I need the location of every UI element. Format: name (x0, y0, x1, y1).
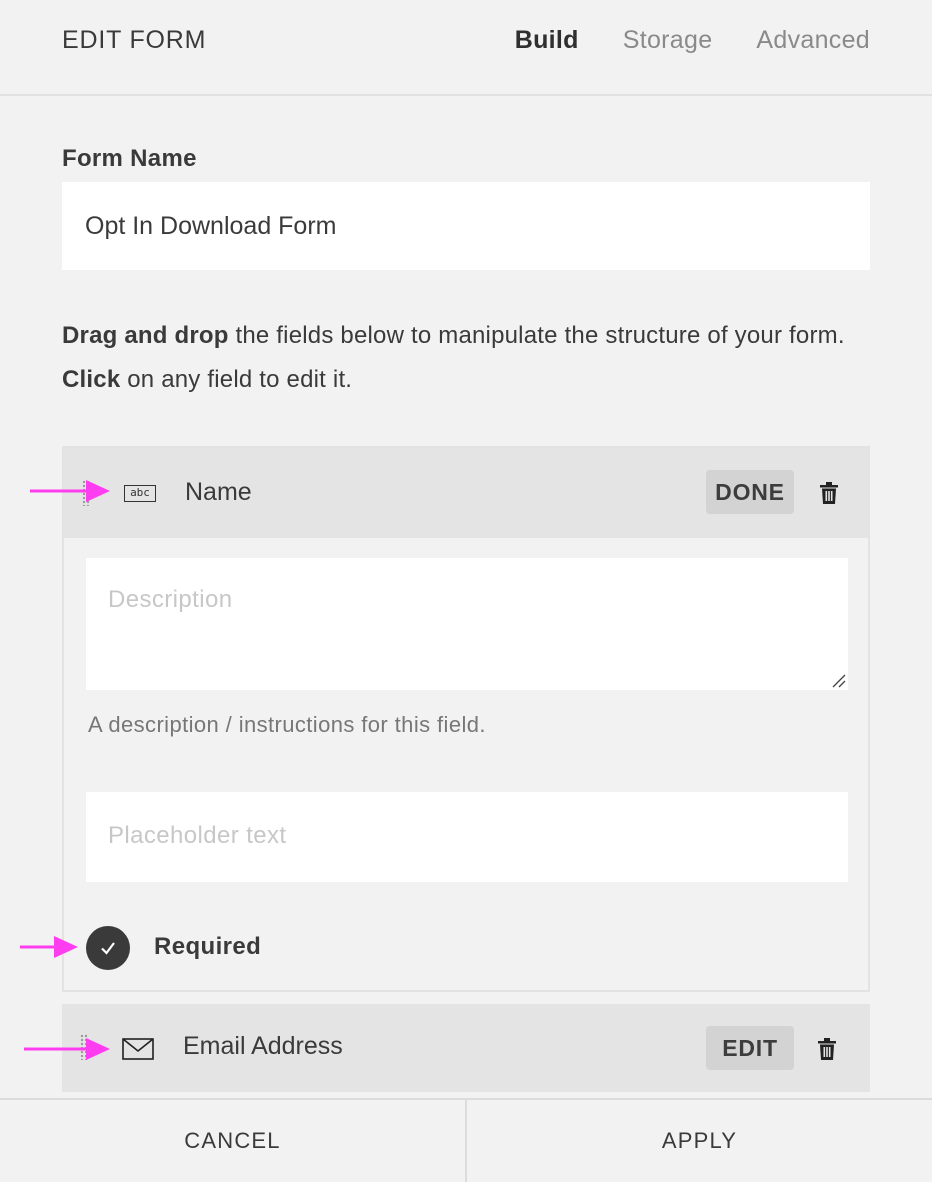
placeholder-text-input[interactable]: Placeholder text (86, 792, 848, 882)
resize-grip-icon[interactable] (830, 672, 846, 688)
form-name-label: Form Name (62, 145, 197, 172)
instructions-drag-bold: Drag and drop (62, 322, 229, 349)
panel-header: EDIT FORM Build Storage Advanced (0, 0, 932, 96)
edit-button[interactable]: EDIT (706, 1026, 794, 1070)
field-item-name: abc Name DONE Description A description … (62, 446, 870, 992)
text-field-icon: abc (124, 485, 156, 502)
tab-bar: Build Storage Advanced (515, 26, 870, 55)
description-help-text: A description / instructions for this fi… (88, 712, 486, 737)
done-button[interactable]: DONE (706, 470, 794, 514)
instructions-text-1: the fields below to manipulate the struc… (228, 322, 845, 349)
cancel-button[interactable]: CANCEL (0, 1100, 465, 1182)
placeholder-input-placeholder: Placeholder text (108, 822, 287, 849)
panel-footer: CANCEL APPLY (0, 1098, 932, 1182)
builder-instructions: Drag and drop the fields below to manipu… (62, 314, 870, 402)
trash-icon[interactable] (820, 482, 838, 504)
panel-title: EDIT FORM (62, 26, 207, 54)
tab-build[interactable]: Build (515, 26, 579, 55)
field-title: Email Address (183, 1032, 343, 1060)
form-name-input[interactable] (62, 182, 870, 270)
annotation-arrow-icon (20, 936, 78, 958)
description-placeholder: Description (108, 586, 233, 613)
instructions-click-bold: Click (62, 366, 121, 393)
description-textarea[interactable]: Description (86, 558, 848, 690)
tab-storage[interactable]: Storage (623, 26, 713, 55)
field-header[interactable]: abc Name DONE (64, 448, 868, 538)
required-checkbox[interactable] (86, 926, 130, 970)
field-title: Name (185, 478, 252, 506)
checkmark-icon (101, 942, 115, 955)
trash-icon[interactable] (818, 1038, 836, 1060)
tab-advanced[interactable]: Advanced (756, 26, 870, 55)
annotation-arrow-icon (24, 1038, 110, 1060)
field-item-email[interactable]: Email Address EDIT (62, 1004, 870, 1092)
required-label: Required (154, 933, 262, 960)
annotation-arrow-icon (30, 480, 110, 502)
apply-button[interactable]: APPLY (465, 1100, 932, 1182)
instructions-text-2: on any field to edit it. (120, 366, 353, 393)
edit-form-panel: EDIT FORM Build Storage Advanced Form Na… (0, 0, 932, 1182)
envelope-icon (122, 1038, 154, 1060)
